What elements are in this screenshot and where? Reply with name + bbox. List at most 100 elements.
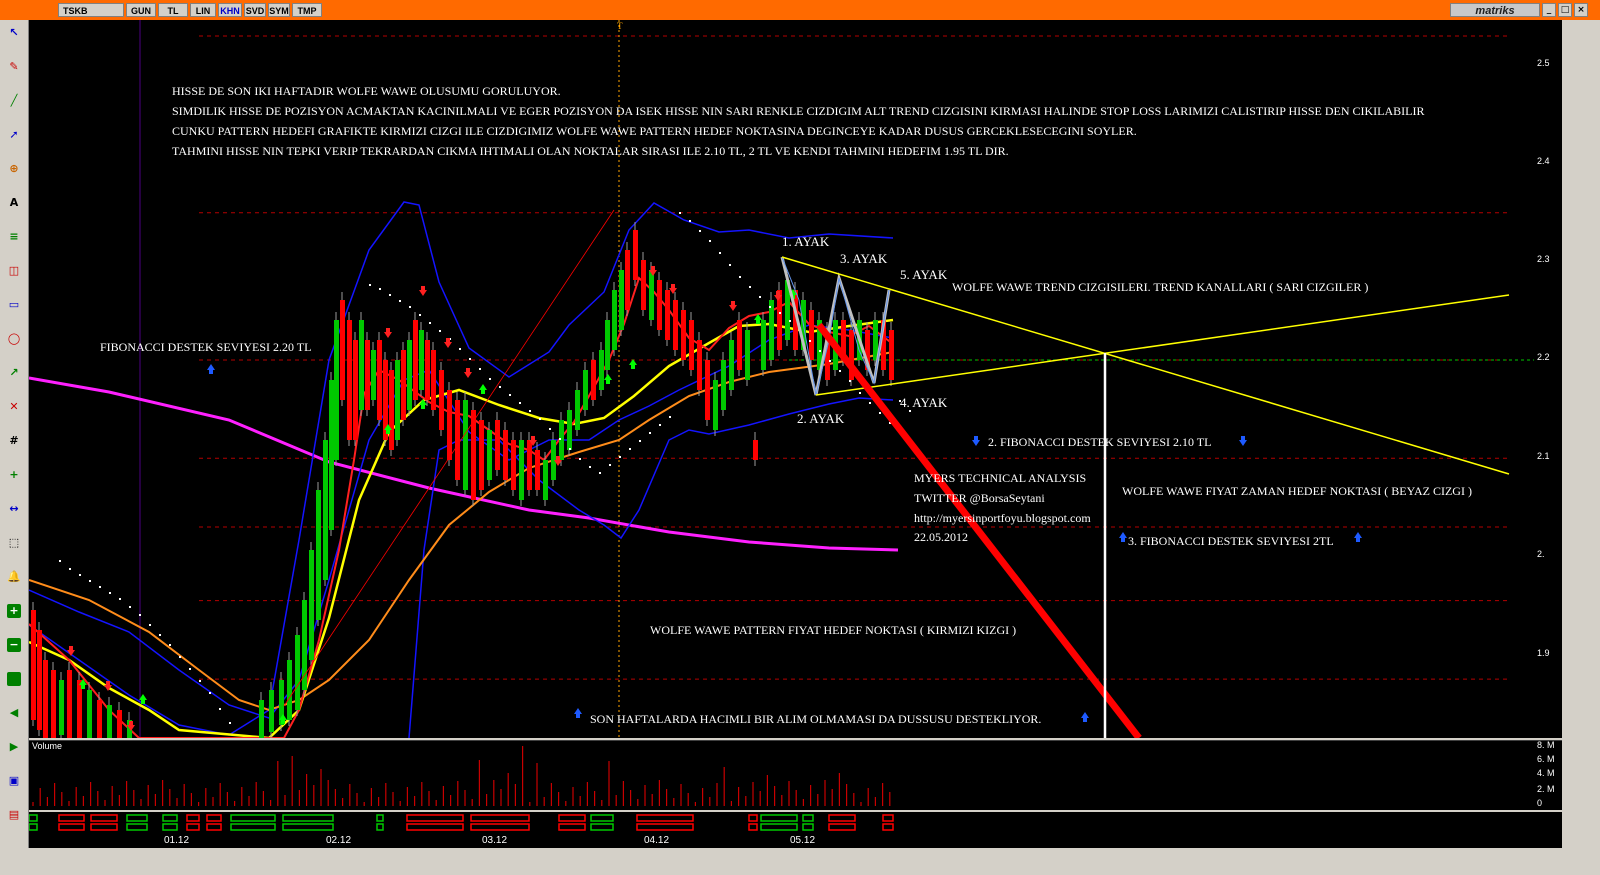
sar-dot (199, 680, 201, 682)
measure-icon[interactable]: ↔ (7, 502, 21, 516)
forward-icon[interactable]: ▶ (7, 740, 21, 754)
signal-segment (230, 814, 276, 822)
sar-dot (629, 448, 631, 450)
candle (353, 340, 358, 440)
sar-dot (749, 286, 751, 288)
sar-dot (169, 644, 171, 646)
maximize-button[interactable]: □ (1558, 3, 1572, 17)
sar-dot (489, 378, 491, 380)
price-axis-panel (1562, 20, 1600, 875)
candle (334, 320, 339, 460)
candle (323, 440, 328, 580)
sar-dot (369, 284, 371, 286)
volume-tick: 0 (1537, 798, 1543, 808)
back-icon[interactable]: ◀ (7, 706, 21, 720)
sar-dot (179, 656, 181, 658)
close-button[interactable]: × (1574, 3, 1588, 17)
refresh-icon[interactable]: ↻ (7, 672, 21, 686)
sar-dot (869, 402, 871, 404)
signal-segment (58, 823, 85, 831)
plus-icon[interactable]: + (7, 604, 21, 618)
select-icon[interactable]: ⬚ (7, 536, 21, 550)
scale-linear-tab[interactable]: LIN (190, 3, 216, 17)
sar-dot (109, 592, 111, 594)
date-tick: 02.12 (326, 835, 352, 846)
candle (599, 350, 604, 390)
fibonacci-label-3: 3. FIBONACCI DESTEK SEVIYESI 2TL (1128, 534, 1334, 548)
signal-bar (29, 812, 1562, 834)
candle (721, 360, 726, 410)
lower-trend-channel (815, 294, 1510, 396)
candle (329, 380, 334, 530)
signal-segment (590, 823, 614, 831)
line-icon[interactable]: ╱ (7, 94, 21, 108)
candle (37, 630, 42, 730)
sar-dot (79, 574, 81, 576)
trend-icon[interactable]: ↗ (7, 366, 21, 380)
sar-dot (719, 252, 721, 254)
save-icon[interactable]: ▣ (7, 774, 21, 788)
candle (619, 270, 624, 330)
candle (761, 320, 766, 370)
signal-segment (760, 823, 798, 831)
grid-icon[interactable]: # (7, 434, 21, 448)
candle (487, 430, 492, 480)
text-icon[interactable]: A (7, 196, 21, 210)
chart-type-tab[interactable]: KHN (218, 3, 242, 17)
signal-segment (406, 823, 464, 831)
volume-tab[interactable]: SVD (244, 3, 266, 17)
delete-icon[interactable]: ✕ (7, 400, 21, 414)
blue-marker-arrow (1354, 532, 1362, 542)
candle (729, 340, 734, 390)
date-tick: 01.12 (164, 835, 190, 846)
crosshair-icon[interactable]: + (7, 468, 21, 482)
signal-segment (282, 814, 334, 822)
candle (407, 340, 412, 410)
blog-url-label: http://myersinportfoyu.blogspot.com (914, 511, 1091, 525)
pencil-icon[interactable]: ✎ (7, 60, 21, 74)
arrow-icon[interactable]: ➚ (7, 128, 21, 142)
fib-icon[interactable]: ≡ (7, 230, 21, 244)
signal-segment (126, 814, 148, 822)
symbol-tab[interactable]: TSKB (58, 3, 124, 17)
sar-dot (709, 240, 711, 242)
candle (287, 660, 292, 720)
sar-dot (779, 312, 781, 314)
signal-segment (376, 823, 384, 831)
bell-icon[interactable]: 🔔 (7, 570, 21, 584)
cursor-marker: T (617, 21, 623, 31)
sar-dot (119, 598, 121, 600)
candle (697, 340, 702, 390)
time-target-label: WOLFE WAWE FIYAT ZAMAN HEDEF NOKTASI ( B… (1122, 484, 1472, 498)
signal-segment (882, 814, 894, 822)
sar-dot (189, 668, 191, 670)
cursor-icon[interactable]: ↖ (7, 26, 21, 40)
minus-icon[interactable]: − (7, 638, 21, 652)
channel-icon[interactable]: ◫ (7, 264, 21, 278)
rect-icon[interactable]: ▭ (7, 298, 21, 312)
status-bar (0, 848, 1600, 875)
blue-marker-arrow (574, 708, 582, 718)
sar-dot (549, 428, 551, 430)
ellipse-icon[interactable]: ◯ (7, 332, 21, 346)
currency-tab[interactable]: TL (158, 3, 188, 17)
zoom-icon[interactable]: ⊕ (7, 162, 21, 176)
print-icon[interactable]: ▤ (7, 808, 21, 822)
candle (769, 300, 774, 360)
sar-dot (459, 348, 461, 350)
signal-segment (558, 823, 586, 831)
period-day-tab[interactable]: GUN (126, 3, 156, 17)
candle (107, 705, 112, 738)
sar-dot (609, 464, 611, 466)
fibonacci-label-2: 2. FIBONACCI DESTEK SEVIYESI 2.10 TL (988, 435, 1212, 449)
candle (463, 400, 468, 490)
price-tick: 2. (1537, 549, 1545, 559)
candle (59, 680, 64, 735)
volume-panel[interactable] (29, 740, 1562, 810)
sar-dot (149, 624, 151, 626)
sar-dot (479, 368, 481, 370)
minimize-button[interactable]: _ (1542, 3, 1556, 17)
symbol-list-tab[interactable]: SYM (268, 3, 290, 17)
blue-marker-arrow (1239, 436, 1247, 446)
template-tab[interactable]: TMP (292, 3, 322, 17)
